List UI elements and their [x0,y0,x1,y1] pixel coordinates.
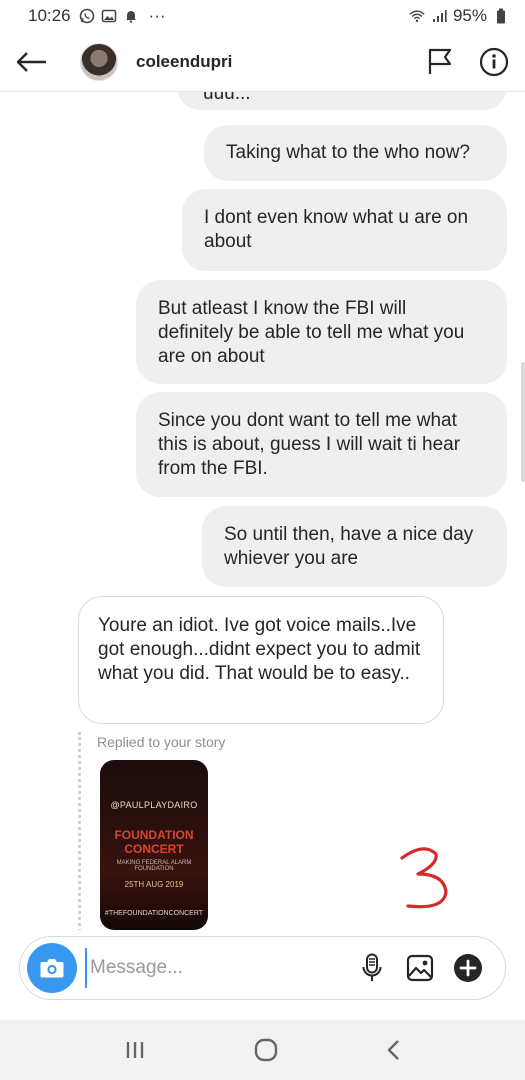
plus-circle-icon [454,954,482,982]
reply-thread-line [78,732,81,930]
poster-text: MAKING FEDERAL ALARM FOUNDATION [116,860,192,872]
more-notifications: ··· [148,6,166,25]
battery-icon [493,8,509,24]
home-button[interactable] [253,1037,279,1063]
info-icon [479,47,509,76]
gallery-icon [101,8,117,24]
chat-header: coleendupri [0,32,525,92]
poster-text: 25TH AUG 2019 [124,880,184,889]
nav-back-icon [387,1040,399,1060]
poster-text: CONCERT [124,842,184,856]
scroll-edge-handle[interactable] [521,362,525,482]
message-text: So until then, have a nice day whiever y… [224,524,474,569]
flag-icon [428,48,452,74]
message-text: Taking what to the who now? [226,142,470,163]
story-thumbnail[interactable]: @PAULPLAYDAIRO FOUNDATION CONCERT MAKING… [100,760,208,930]
message-bubble[interactable]: But atleast I know the FBI will definite… [136,280,507,384]
message-text: Since you dont want to tell me what this… [158,410,461,479]
voice-message-button[interactable] [357,953,387,983]
message-bubble-partial[interactable]: uuu... [177,92,507,110]
home-icon [254,1038,277,1062]
camera-button[interactable] [27,943,77,993]
avatar[interactable] [80,42,118,81]
status-bar: 10:26 ··· 95% [0,0,525,32]
bell-icon [123,8,139,24]
message-input[interactable] [85,948,315,988]
poster-text: @PAULPLAYDAIRO [110,800,198,810]
status-time: 10:26 [28,6,71,25]
back-arrow-icon [16,51,46,72]
report-button[interactable] [427,48,453,76]
composer-actions [357,953,483,983]
nav-back-button[interactable] [386,1039,402,1061]
notification-icons: ··· [79,6,166,26]
more-actions-button[interactable] [453,953,483,983]
system-nav-bar [0,1020,525,1080]
message-bubble[interactable]: So until then, have a nice day whiever y… [202,506,507,587]
header-actions [427,47,509,77]
message-text: I dont even know what u are on about [204,207,469,252]
status-right: 95% [409,6,509,26]
recent-apps-button[interactable] [124,1040,146,1060]
info-button[interactable] [479,47,509,77]
message-bubble-received[interactable]: Youre an idiot. Ive got voice mails..Ive… [78,596,444,724]
signal-icon [431,8,447,24]
message-bubble[interactable]: Since you dont want to tell me what this… [136,392,507,497]
message-text: uuu... [203,92,251,104]
whatsapp-icon [79,8,95,24]
back-button[interactable] [2,32,62,92]
message-text: But atleast I know the FBI will definite… [158,298,465,367]
username[interactable]: coleendupri [136,52,232,72]
image-icon [406,954,434,982]
message-text: Youre an idiot. Ive got voice mails..Ive… [98,615,421,684]
recent-apps-icon [126,1042,143,1058]
microphone-icon [362,953,382,981]
poster-text: FOUNDATION [114,828,194,842]
poster-text: #THEFOUNDATIONCONCERT [104,910,204,917]
message-thread[interactable]: uuu... Taking what to the who now? I don… [0,92,525,930]
message-composer [19,936,506,1000]
camera-icon [40,959,64,978]
message-bubble[interactable]: I dont even know what u are on about [182,189,507,271]
gallery-button[interactable] [405,953,435,983]
story-reply-label: Replied to your story [97,734,226,750]
message-bubble[interactable]: Taking what to the who now? [204,125,507,181]
wifi-icon [409,8,425,24]
battery-percent: 95% [452,6,487,25]
annotation-number [400,847,448,909]
